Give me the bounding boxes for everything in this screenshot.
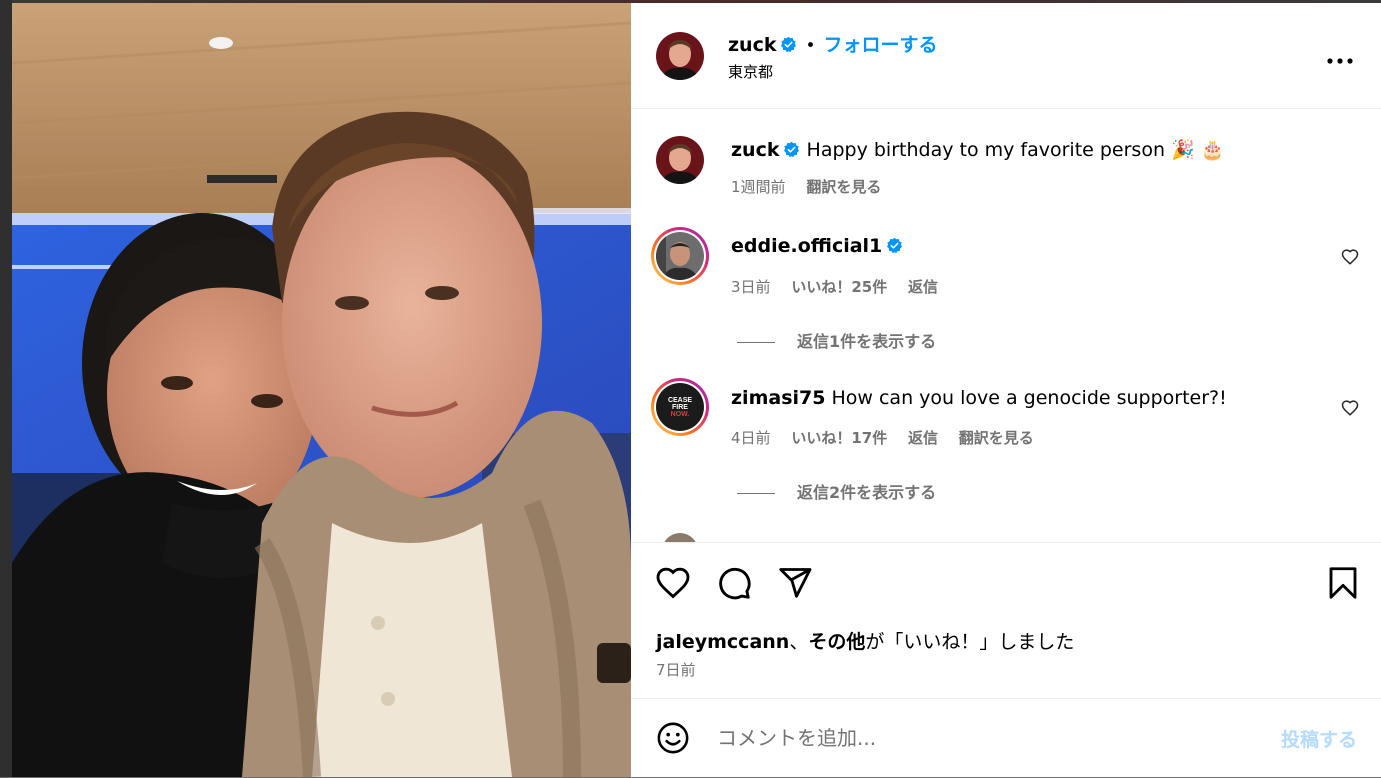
replies-line (737, 342, 775, 343)
likes-sep: 、 (789, 631, 809, 653)
comment-like-heart-icon[interactable] (1341, 399, 1359, 417)
caption-author-avatar[interactable] (656, 136, 704, 184)
reply-button[interactable]: 返信 (908, 429, 938, 447)
verified-badge-icon (784, 141, 800, 158)
commenter-avatar: CEASE FIRE NOW. (656, 383, 704, 431)
emoji-smiley-icon[interactable] (656, 721, 690, 755)
post-actions: jaleymccann、その他が「いいね！」しました 7日前 (631, 542, 1381, 698)
post-comment-button[interactable]: 投稿する (1281, 725, 1357, 752)
comment-translate-link[interactable]: 翻訳を見る (959, 429, 1034, 447)
comment-bubble-icon[interactable] (716, 565, 752, 601)
likes-others-link[interactable]: その他 (808, 631, 865, 653)
replies-line (737, 493, 775, 494)
post-photo (12, 3, 631, 777)
caption-author[interactable]: zuck (731, 139, 779, 161)
comment-avatar-ring[interactable] (651, 227, 709, 285)
caption-text: Happy birthday to my favorite person 🎉 🎂 (806, 139, 1225, 161)
more-options-icon[interactable] (1327, 51, 1353, 64)
post-location[interactable]: 東京都 (728, 61, 773, 82)
header-separator: • (805, 36, 816, 56)
comment-2-row: zimasi75 How can you love a genocide sup… (731, 387, 1227, 409)
avatar-text: FIRE (672, 404, 688, 411)
comments-list[interactable]: zuck Happy birthday to my favorite perso… (631, 109, 1381, 543)
commenter-avatar (656, 232, 704, 280)
comment-like-count[interactable]: いいね！25件 (791, 278, 887, 296)
caption-meta: 1週間前 翻訳を見る (731, 176, 881, 197)
follow-button[interactable]: フォローする (824, 34, 938, 56)
likes-suffix: が「いいね！」しました (865, 631, 1075, 653)
comment-composer: 投稿する (631, 698, 1381, 778)
comment-avatar-ring[interactable]: CEASE FIRE NOW. (651, 378, 709, 436)
avatar-text: NOW. (670, 411, 690, 418)
comment-text: How can you love a genocide supporter?! (831, 387, 1227, 409)
reply-button[interactable]: 返信 (908, 278, 938, 296)
verified-badge-icon (887, 237, 903, 254)
comment-author[interactable]: zimasi75 (731, 387, 825, 409)
comment-1-row: eddie.official1 (731, 235, 903, 257)
comment-input[interactable] (715, 721, 1239, 755)
comment-time[interactable]: 3日前 (731, 278, 771, 296)
liker-username[interactable]: jaleymccann (656, 631, 789, 653)
verified-badge-icon (781, 36, 797, 53)
post-date[interactable]: 7日前 (656, 659, 696, 680)
view-replies-2[interactable]: 返信2件を表示する (737, 479, 936, 503)
view-replies-label[interactable]: 返信2件を表示する (797, 483, 936, 502)
comment-time[interactable]: 4日前 (731, 429, 771, 447)
header-title-row: zuck • フォローする (728, 30, 938, 57)
backdrop-edge (0, 0, 12, 777)
comment-author[interactable]: eddie.official1 (731, 235, 882, 257)
caption-text-row: zuck Happy birthday to my favorite perso… (731, 138, 1224, 161)
likes-summary: jaleymccann、その他が「いいね！」しました (656, 627, 1074, 654)
paper-plane-icon[interactable] (777, 565, 813, 601)
caption-time[interactable]: 1週間前 (731, 178, 786, 196)
post-header: zuck • フォローする 東京都 (631, 3, 1381, 109)
comment-1-meta: 3日前 いいね！25件 返信 (731, 276, 938, 297)
bookmark-icon[interactable] (1325, 565, 1361, 601)
comment-2-meta: 4日前 いいね！17件 返信 翻訳を見る (731, 427, 1034, 448)
comment-like-heart-icon[interactable] (1341, 248, 1359, 266)
post-detail-panel: zuck • フォローする 東京都 zuck Happy birthday to m… (631, 3, 1381, 777)
comment-like-count[interactable]: いいね！17件 (791, 429, 887, 447)
view-replies-label[interactable]: 返信1件を表示する (797, 332, 936, 351)
author-username[interactable]: zuck (728, 34, 776, 56)
view-replies-1[interactable]: 返信1件を表示する (737, 328, 936, 352)
caption-translate-link[interactable]: 翻訳を見る (806, 178, 881, 196)
author-avatar[interactable] (656, 32, 704, 80)
avatar-text: CEASE (667, 397, 693, 404)
heart-icon[interactable] (655, 565, 691, 601)
